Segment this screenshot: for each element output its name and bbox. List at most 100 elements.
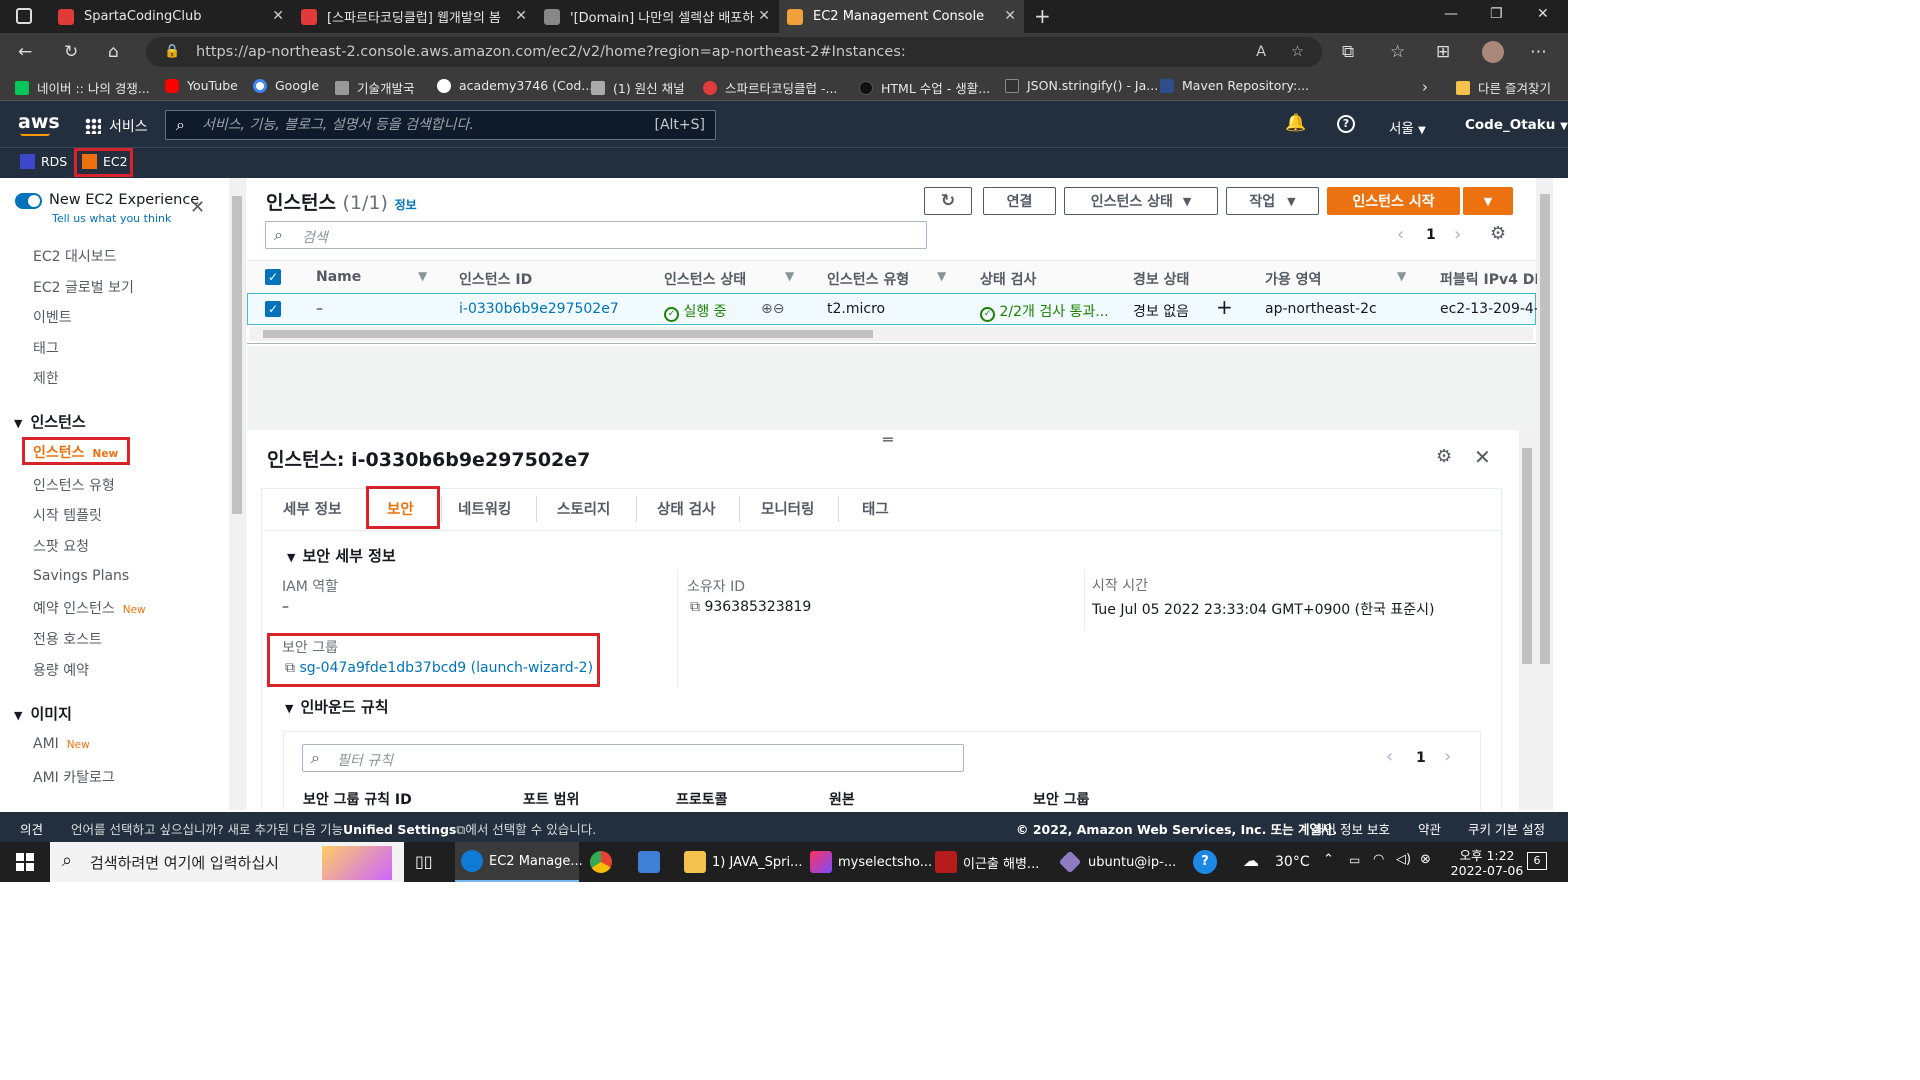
window-close-icon[interactable]: ✕ [1537,6,1549,22]
tab-tags[interactable]: 태그 [862,498,889,519]
sidebar-item-instances[interactable]: 인스턴스 New [33,442,118,462]
aws-search-input[interactable]: ⌕ 서비스, 기능, 블로그, 설명서 등을 검색합니다. [Alt+S] [165,110,716,140]
tab-status-checks[interactable]: 상태 검사 [657,498,715,519]
browser-tab-1[interactable]: SpartaCodingClub ✕ [50,0,292,33]
unified-settings-link[interactable]: Unified Settings [343,822,456,837]
sidebar-item-ami-catalog[interactable]: AMI 카탈로그 [33,767,115,787]
col-alarm-status[interactable]: 경보 상태 [1133,269,1189,289]
sidebar-item-launch-templates[interactable]: 시작 템플릿 [33,505,102,525]
tab-storage[interactable]: 스토리지 [557,498,610,519]
page-scrollbar[interactable] [1537,178,1553,810]
connect-button[interactable]: 연결 [983,187,1056,215]
table-hscrollbar[interactable] [249,327,1533,341]
resize-handle-icon[interactable]: ═ [883,430,893,449]
info-link[interactable]: 정보 [395,198,417,212]
chevron-right-icon[interactable]: › [1422,78,1428,96]
close-icon[interactable]: ✕ [1474,445,1491,469]
bookmark-2[interactable]: YouTube [165,78,238,93]
privacy-link[interactable]: 개인 정보 보호 [1313,819,1390,838]
bookmark-4[interactable]: 기술개발국 [335,78,415,97]
browser-tab-4[interactable]: EC2 Management Console ✕ [779,0,1024,33]
bookmark-1[interactable]: 네이버 :: 나의 경쟁... [15,78,150,97]
browser-tab-3[interactable]: '[Domain] 나만의 셀렉샵 배포하 ✕ [536,0,778,33]
sidebar-section-images[interactable]: ▼ 이미지 [14,703,72,724]
copy-icon[interactable]: ⧉ [690,599,700,615]
gear-icon[interactable]: ⚙ [1436,446,1452,467]
taskbar-app-chrome[interactable] [590,842,618,882]
bookmark-9[interactable]: JSON.stringify() - Ja... [1005,78,1158,93]
scrollbar-thumb[interactable] [1540,194,1550,664]
sort-icon[interactable]: ▼ [937,269,946,283]
clock-time[interactable]: 오후 1:22 [1452,845,1522,864]
favorites-icon[interactable]: ☆ [1390,42,1405,62]
launch-instance-button[interactable]: 인스턴스 시작 [1327,187,1460,215]
launch-dropdown-button[interactable]: ▼ [1463,187,1513,215]
sidebar-scrollbar[interactable] [229,178,245,810]
next-page-icon[interactable]: › [1454,224,1461,245]
favorite-rds[interactable]: RDS [20,154,67,169]
sidebar-item-dedicated-hosts[interactable]: 전용 호스트 [33,629,102,649]
close-icon[interactable]: ✕ [758,8,770,24]
col-instance-state[interactable]: 인스턴스 상태 [664,269,746,289]
profile-avatar[interactable] [1482,41,1504,63]
chevron-up-icon[interactable]: ⌃ [1323,852,1334,867]
copy-icon[interactable]: ⧉ [285,660,295,676]
browser-tab-2[interactable]: [스파르타코딩클럽] 웹개발의 봄 ✕ [293,0,535,33]
terms-link[interactable]: 약관 [1418,819,1441,838]
tab-monitoring[interactable]: 모니터링 [761,498,814,519]
bookmark-5[interactable]: academy3746 (Cod... [437,78,593,93]
cell-instance-id[interactable]: i-0330b6b9e297502e7 [459,301,619,317]
bookmark-8[interactable]: HTML 수업 - 생활... [859,78,990,97]
volume-icon[interactable]: ◁) [1396,852,1411,867]
region-selector[interactable]: 서울 ▼ [1389,117,1426,137]
instance-state-button[interactable]: 인스턴스 상태 ▼ [1064,187,1218,215]
security-group-link[interactable]: sg-047a9fde1db37bcd9 (launch-wizard-2) [299,660,593,676]
close-icon[interactable]: ✕ [1004,8,1016,24]
row-checkbox[interactable]: ✓ [265,301,281,317]
sort-icon[interactable]: ▼ [785,269,794,283]
bookmark-3[interactable]: Google [253,78,319,93]
taskbar-app-intellij[interactable]: myselectsho... [810,842,932,882]
cookie-preferences-link[interactable]: 쿠키 기본 설정 [1468,819,1545,838]
sidebar-item-spot-requests[interactable]: 스팟 요청 [33,536,89,556]
account-menu[interactable]: Code_Otaku ▼ [1465,117,1568,133]
read-aloud-icon[interactable]: A [1256,37,1266,67]
taskbar-app-filezilla[interactable]: 이근출 해병... [935,842,1039,882]
new-tab-icon[interactable]: + [1034,4,1051,28]
filter-rules-input[interactable]: ⌕ 필터 규칙 [302,744,964,772]
add-alarm-icon[interactable]: + [1216,295,1233,319]
taskbar-app-terminal[interactable]: ubuntu@ip-... [1058,842,1176,882]
bookmark-10[interactable]: Maven Repository:... [1160,78,1309,93]
tab-networking[interactable]: 네트워킹 [458,498,511,519]
home-icon[interactable]: ⌂ [108,42,119,62]
tab-details[interactable]: 세부 정보 [283,498,341,519]
services-menu[interactable]: 서비스 [85,116,148,136]
zoom-icon[interactable]: ⊕⊖ [761,301,784,317]
scrollbar-thumb[interactable] [232,196,242,514]
minimize-icon[interactable]: — [1444,6,1458,22]
col-public-dns[interactable]: 퍼블릭 IPv4 DN [1440,269,1546,289]
scrollbar-thumb[interactable] [263,330,873,338]
sidebar-item-capacity-reservations[interactable]: 용량 예약 [33,660,89,680]
instance-search-input[interactable]: ⌕ 검색 [265,221,927,249]
sidebar-item-dashboard[interactable]: EC2 대시보드 [33,246,117,266]
col-name[interactable]: Name [316,269,361,285]
sidebar-item-ami[interactable]: AMI New [33,736,90,752]
sidebar-section-instances[interactable]: ▼ 인스턴스 [14,411,86,432]
col-port-range[interactable]: 포트 범위 [523,789,579,809]
col-protocol[interactable]: 프로토콜 [676,789,728,809]
windows-start-icon[interactable] [16,853,34,871]
tab-actions-icon[interactable] [16,8,32,24]
sidebar-item-instance-types[interactable]: 인스턴스 유형 [33,475,115,495]
url-input[interactable]: 🔒 https://ap-northeast-2.console.aws.ama… [146,37,1322,67]
taskbar-search-input[interactable]: ⌕ 검색하려면 여기에 입력하십시 [50,842,404,882]
page-number[interactable]: 1 [1426,227,1436,243]
page-number[interactable]: 1 [1416,750,1426,766]
sidebar-item-tags[interactable]: 태그 [33,338,59,358]
prev-page-icon[interactable]: ‹ [1386,746,1393,767]
close-icon[interactable]: ✕ [190,197,205,218]
bookmark-6[interactable]: (1) 원신 채널 [591,78,685,97]
other-bookmarks[interactable]: 다른 즐겨찾기 [1456,78,1551,97]
battery-icon[interactable]: ▭ [1349,853,1360,867]
bookmark-7[interactable]: 스파르타코딩클럽 -... [703,78,837,97]
